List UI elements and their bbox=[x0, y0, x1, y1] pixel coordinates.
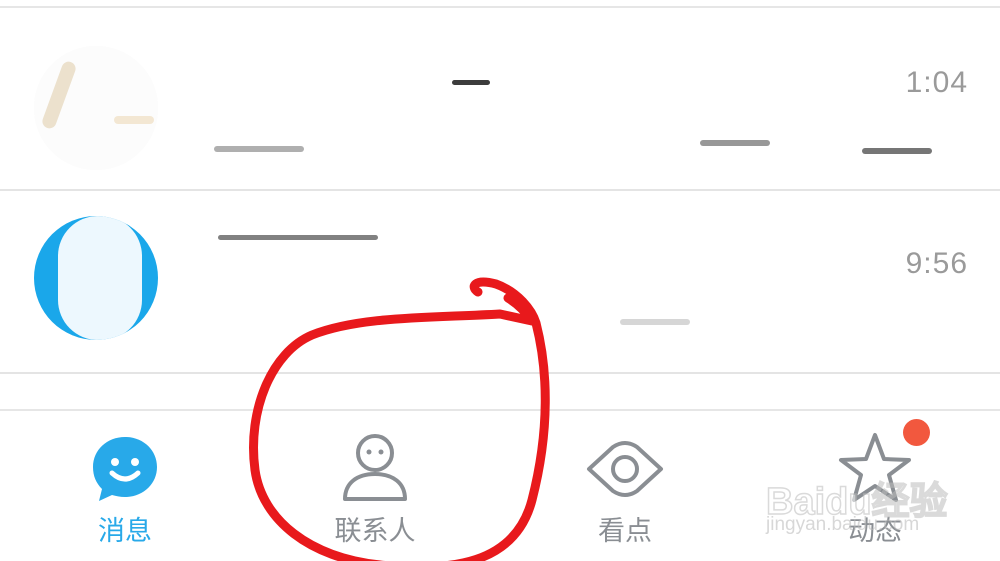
conversation-item[interactable]: 1:04 bbox=[0, 8, 1000, 189]
message-smiley-icon bbox=[93, 437, 157, 501]
tab-label: 看点 bbox=[598, 516, 652, 547]
redacted-preview bbox=[620, 319, 690, 325]
watermark-url: jingyan.baidu.com bbox=[766, 514, 920, 535]
avatar-blur-overlay bbox=[34, 46, 158, 170]
tab-contacts[interactable]: 联系人 bbox=[250, 411, 500, 561]
redacted-preview bbox=[214, 146, 304, 152]
app-screen: 1:04 9:56 消息 联系人 看点 动态 Baidu经验 jingyan.b… bbox=[0, 0, 1000, 561]
tab-watch[interactable]: 看点 bbox=[500, 411, 750, 561]
avatar[interactable] bbox=[34, 216, 158, 340]
tab-label: 联系人 bbox=[334, 516, 416, 547]
redacted-name bbox=[452, 80, 490, 85]
watermark-logo: Baidu经验 jingyan.baidu.com bbox=[760, 470, 960, 550]
conversation-time: 9:56 bbox=[905, 247, 968, 280]
redacted-preview bbox=[700, 140, 770, 146]
conversation-time: 1:04 bbox=[905, 66, 968, 99]
avatar-blur-overlay bbox=[58, 216, 142, 340]
notification-badge-dot bbox=[903, 419, 930, 446]
contact-person-icon bbox=[343, 434, 407, 501]
tab-messages[interactable]: 消息 bbox=[0, 411, 250, 561]
conversation-item[interactable]: 9:56 bbox=[0, 191, 1000, 372]
avatar[interactable] bbox=[34, 46, 158, 170]
row-divider bbox=[0, 372, 1000, 374]
redacted-name bbox=[218, 235, 378, 240]
eye-icon bbox=[587, 441, 663, 497]
tab-label: 消息 bbox=[98, 516, 152, 547]
redacted-preview bbox=[862, 148, 932, 154]
